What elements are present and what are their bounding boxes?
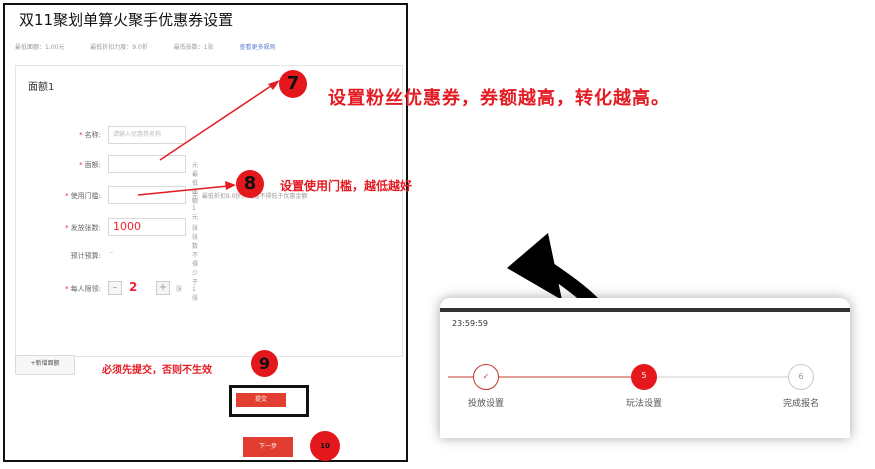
note-8: 设置使用门槛，越低越好 — [280, 179, 413, 193]
check-icon: ✓ — [473, 364, 499, 390]
badge-9: 9 — [251, 350, 278, 377]
progress-inset: 23:59:59 ✓ 投放设置 5 玩法设置 6 完成报名 — [440, 298, 850, 438]
next-step-button[interactable]: 下一步 — [243, 437, 293, 457]
badge-7: 7 — [279, 70, 307, 98]
step-number: 5 — [631, 364, 657, 390]
submit-button[interactable]: 提交 — [236, 393, 286, 407]
curved-arrow-head — [507, 233, 562, 300]
step-delivery[interactable]: ✓ 投放设置 — [460, 364, 512, 409]
badge-10: 10 — [310, 431, 340, 461]
arrow-8-line — [137, 185, 229, 196]
step-finish[interactable]: 6 完成报名 — [775, 364, 827, 409]
badge-8: 8 — [236, 170, 264, 198]
arrow-8-head — [225, 181, 236, 190]
step-label: 完成报名 — [782, 399, 819, 409]
note-7: 设置粉丝优惠券，券额越高，转化越高。 — [328, 88, 670, 109]
step-label: 投放设置 — [467, 399, 504, 409]
arrow-7-line — [159, 83, 275, 161]
step-label: 玩法设置 — [625, 399, 662, 409]
step-gameplay[interactable]: 5 玩法设置 — [618, 364, 670, 409]
step-number: 6 — [788, 364, 814, 390]
